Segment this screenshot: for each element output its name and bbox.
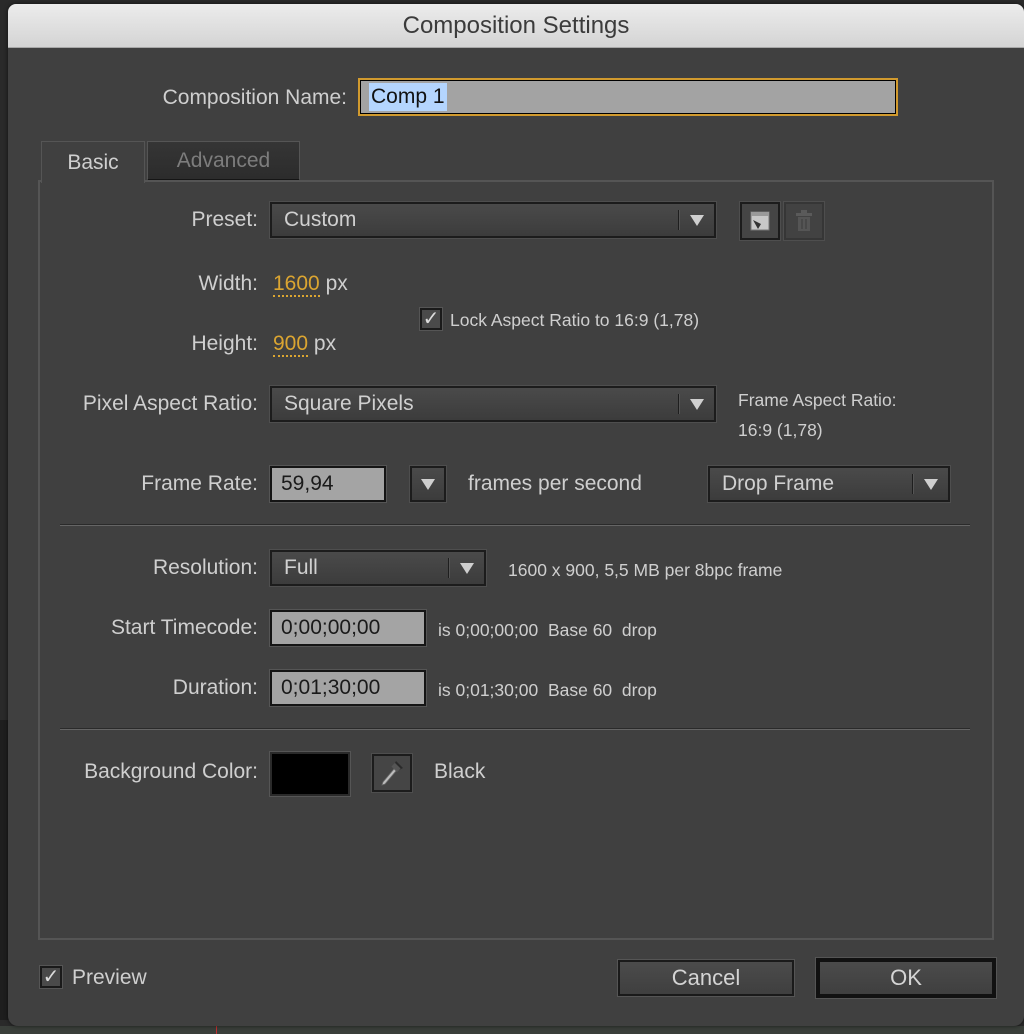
background-playhead — [216, 1026, 217, 1034]
composition-name-label: Composition Name: — [162, 86, 347, 109]
preset-label: Preset: — [191, 208, 258, 231]
save-preset-icon — [750, 211, 770, 231]
dialog-titlebar[interactable]: Composition Settings — [8, 4, 1024, 48]
resolution-label: Resolution: — [152, 556, 258, 579]
lock-aspect-checkbox[interactable]: ✓ — [420, 308, 442, 330]
background-timeline-strip — [0, 1026, 1024, 1034]
height-field: 900 px — [273, 332, 337, 357]
preset-value: Custom — [284, 208, 357, 231]
drop-frame-value: Drop Frame — [722, 472, 835, 495]
width-label: Width: — [198, 272, 258, 295]
checkmark-icon: ✓ — [422, 308, 440, 330]
tab-basic[interactable]: Basic — [41, 141, 145, 183]
chevron-down-icon — [460, 563, 474, 574]
preview-checkbox[interactable]: ✓ — [40, 966, 62, 988]
start-timecode-value: 0;00;00;00 — [281, 616, 381, 639]
dropdown-separator — [678, 210, 680, 230]
section-divider — [60, 728, 970, 730]
resolution-value: Full — [284, 556, 318, 579]
preview-label: Preview — [72, 966, 147, 989]
dropdown-separator — [912, 474, 914, 494]
frame-aspect-value: 16:9 (1,78) — [738, 420, 823, 440]
eyedropper-icon — [381, 761, 403, 786]
ok-button-label: OK — [890, 965, 922, 990]
width-value[interactable]: 1600 — [273, 272, 320, 297]
tab-advanced-label: Advanced — [176, 148, 271, 172]
preset-dropdown[interactable]: Custom — [270, 202, 716, 238]
frame-rate-unit-label: frames per second — [468, 472, 642, 495]
tab-advanced[interactable]: Advanced — [147, 141, 300, 181]
checkmark-icon: ✓ — [42, 966, 60, 988]
frame-aspect-label: Frame Aspect Ratio: — [738, 390, 897, 410]
duration-info: is 0;01;30;00 Base 60 drop — [438, 680, 657, 700]
pixel-aspect-value: Square Pixels — [284, 392, 414, 415]
resolution-dropdown[interactable]: Full — [270, 550, 486, 586]
chevron-down-icon — [690, 215, 704, 226]
pixel-aspect-label: Pixel Aspect Ratio: — [82, 392, 258, 415]
tab-basic-label: Basic — [67, 150, 119, 174]
composition-name-value: Comp 1 — [369, 83, 447, 111]
background-color-name: Black — [434, 760, 486, 783]
width-unit: px — [325, 272, 348, 295]
cancel-button[interactable]: Cancel — [618, 960, 794, 996]
height-label: Height: — [191, 332, 258, 355]
save-preset-button[interactable] — [740, 202, 780, 240]
chevron-down-icon — [421, 479, 435, 490]
background-color-label: Background Color: — [84, 760, 258, 783]
frame-rate-input[interactable]: 59,94 — [270, 466, 386, 502]
frame-rate-dropdown[interactable] — [410, 466, 446, 502]
frame-rate-label: Frame Rate: — [141, 472, 258, 495]
lock-aspect-label: Lock Aspect Ratio to 16:9 (1,78) — [450, 310, 700, 330]
trash-icon — [796, 210, 812, 231]
height-value[interactable]: 900 — [273, 332, 309, 357]
background-color-swatch[interactable] — [270, 752, 350, 796]
dropdown-separator — [678, 394, 680, 414]
duration-label: Duration: — [172, 676, 258, 699]
duration-input[interactable]: 0;01;30;00 — [270, 670, 426, 706]
delete-preset-button[interactable] — [784, 202, 824, 240]
eyedropper-button[interactable] — [372, 754, 412, 792]
drop-frame-dropdown[interactable]: Drop Frame — [708, 466, 950, 502]
frame-rate-value: 59,94 — [281, 472, 334, 495]
start-timecode-info: is 0;00;00;00 Base 60 drop — [438, 620, 657, 640]
resolution-info: 1600 x 900, 5,5 MB per 8bpc frame — [508, 560, 783, 580]
composition-name-input[interactable]: Comp 1 — [358, 78, 898, 116]
width-field: 1600 px — [273, 272, 348, 297]
start-timecode-input[interactable]: 0;00;00;00 — [270, 610, 426, 646]
duration-value: 0;01;30;00 — [281, 676, 381, 699]
cancel-button-label: Cancel — [671, 965, 741, 990]
dialog-title: Composition Settings — [402, 12, 630, 39]
chevron-down-icon — [924, 479, 938, 490]
start-timecode-label: Start Timecode: — [110, 616, 258, 639]
dropdown-separator — [448, 558, 450, 578]
pixel-aspect-dropdown[interactable]: Square Pixels — [270, 386, 716, 422]
ok-button[interactable]: OK — [816, 958, 996, 998]
section-divider — [60, 524, 970, 526]
composition-settings-dialog: Composition Settings Composition Name: C… — [8, 4, 1024, 1026]
height-unit: px — [313, 332, 337, 355]
chevron-down-icon — [690, 399, 704, 410]
